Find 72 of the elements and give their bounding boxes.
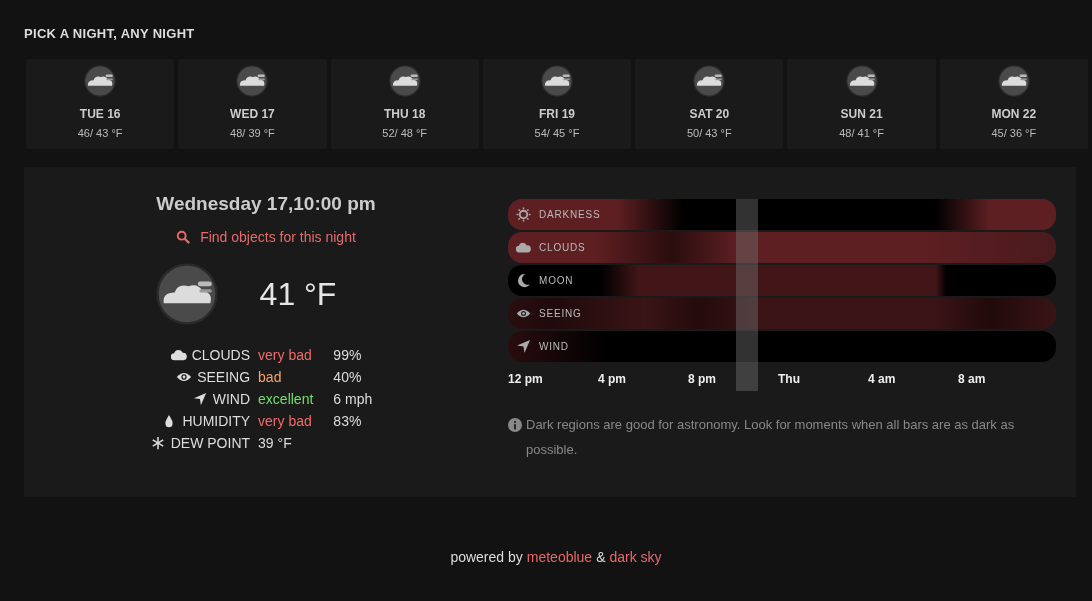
cloudy-weather-icon [155, 263, 218, 325]
day-temperatures: 48/ 39 °F [230, 127, 275, 139]
day-label: MON 22 [991, 107, 1037, 121]
cloudy-weather-icon [236, 65, 269, 97]
day-label: FRI 19 [539, 107, 575, 121]
axis-label: 8 pm [688, 372, 716, 386]
condition-value: 40% [332, 369, 363, 385]
day-temperatures: 54/ 45 °F [534, 127, 580, 139]
day-label: SUN 21 [840, 107, 883, 121]
axis-label: Thu [778, 372, 800, 386]
day-card[interactable]: WED 17 48/ 39 °F [178, 59, 327, 149]
temperature: 41 °F [259, 275, 337, 313]
axis-label: 12 pm [508, 372, 543, 386]
day-card[interactable]: SAT 20 50/ 43 °F [635, 59, 784, 149]
condition-value: 83% [332, 413, 363, 429]
hint-text: Dark regions are good for astronomy. Look for moments when all bars are as dark as possible. [526, 416, 1016, 459]
day-card[interactable]: SUN 21 48/ 41 °F [787, 59, 936, 149]
meteoblue-link[interactable]: meteoblue [526, 549, 593, 565]
condition-value: 6 mph [332, 391, 373, 407]
moon-icon [516, 273, 531, 288]
day-card[interactable]: MON 22 45/ 36 °F [939, 59, 1088, 149]
day-temperatures: 45/ 36 °F [991, 127, 1037, 139]
day-label: SAT 20 [689, 107, 730, 121]
day-label: TUE 16 [79, 107, 121, 121]
condition-rating: very bad [258, 413, 313, 429]
section-heading: PICK A NIGHT, ANY NIGHT [24, 26, 196, 41]
day-card[interactable]: TUE 16 46/ 43 °F [26, 59, 175, 149]
find-objects-link[interactable]: Find objects for this night [176, 229, 356, 245]
info-icon [508, 418, 522, 432]
bar-label: SEEING [539, 308, 582, 319]
cloudy-weather-icon [541, 65, 573, 97]
condition-label: CLOUDS [191, 347, 251, 363]
footer-text: powered by [450, 549, 523, 565]
cloudy-weather-icon [84, 65, 117, 97]
condition-rating: bad [258, 369, 283, 385]
cloudy-weather-icon [997, 65, 1030, 97]
cloudy-weather-icon [693, 65, 726, 97]
day-temperatures: 48/ 41 °F [839, 127, 884, 139]
condition-rating: 39 °F [258, 435, 293, 451]
bar-label: CLOUDS [539, 242, 586, 253]
condition-label: HUMIDITY [182, 413, 251, 429]
day-temperatures: 52/ 48 °F [382, 127, 428, 139]
day-card[interactable]: FRI 19 54/ 45 °F [482, 59, 632, 149]
day-label: WED 17 [230, 107, 275, 121]
cloud-icon [516, 240, 531, 255]
dark-sky-link[interactable]: dark sky [609, 549, 662, 565]
condition-rating: very bad [258, 347, 313, 363]
location-arrow-icon [516, 339, 531, 354]
day-temperatures: 46/ 43 °F [77, 127, 123, 139]
condition-label: DEW POINT [170, 435, 251, 451]
night-title: Wednesday 17,10:00 pm [156, 193, 376, 215]
condition-label: SEEING [197, 369, 251, 385]
day-temperatures: 50/ 43 °F [686, 127, 732, 139]
axis-label: 8 am [958, 372, 986, 386]
axis-label: 4 pm [598, 372, 626, 386]
cloudy-weather-icon [388, 65, 421, 97]
footer-text: & [596, 549, 606, 565]
snowflake-icon [149, 436, 166, 450]
condition-label: WIND [212, 391, 251, 407]
bar-label: DARKNESS [539, 209, 601, 220]
search-icon [176, 230, 191, 244]
day-label: THU 18 [384, 107, 426, 121]
axis-label: 4 am [868, 372, 896, 386]
day-card[interactable]: THU 18 52/ 48 °F [330, 59, 479, 149]
cloud-icon [170, 348, 187, 362]
sun-icon [516, 207, 531, 222]
bar-label: MOON [539, 275, 574, 286]
bar-label: WIND [539, 341, 569, 352]
eye-icon [176, 370, 193, 384]
cloudy-weather-icon [845, 65, 878, 97]
condition-rating: excellent [258, 391, 314, 407]
condition-value: 99% [332, 347, 363, 363]
